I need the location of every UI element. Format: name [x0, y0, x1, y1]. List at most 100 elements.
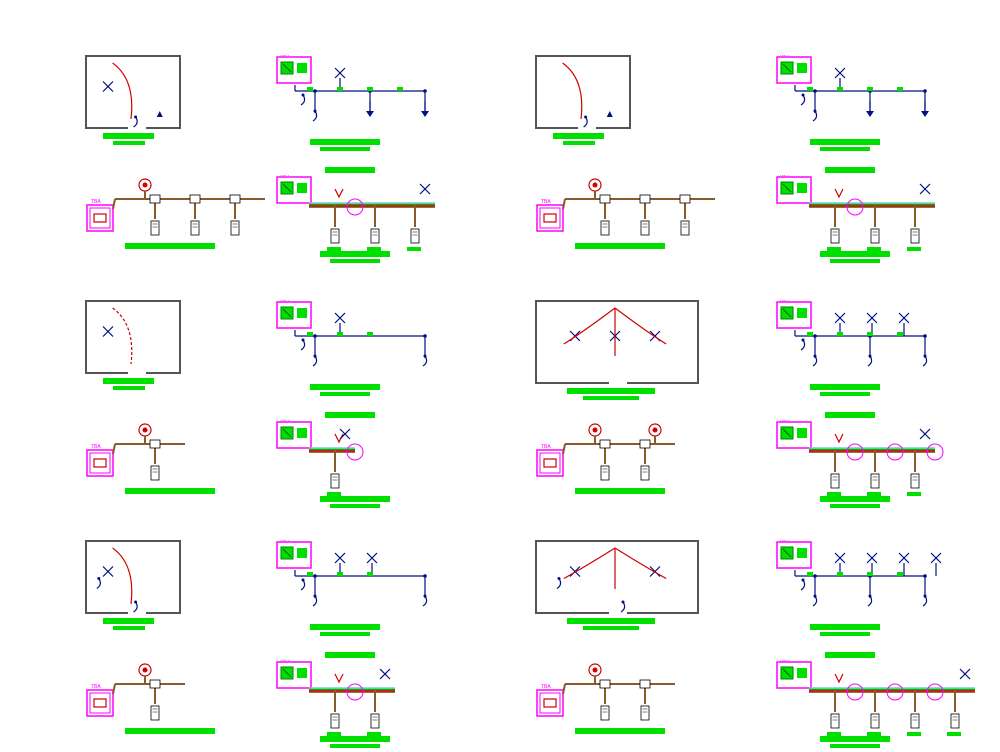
- title-label: [583, 396, 639, 400]
- title-label: [907, 247, 921, 251]
- title-label: [337, 572, 343, 576]
- svg-text:TBA: TBA: [279, 300, 289, 303]
- single-line-A2-SL: TBA: [775, 55, 945, 147]
- title-label: [327, 247, 341, 251]
- title-label: [867, 492, 881, 496]
- title-label: [907, 732, 921, 736]
- title-label: [820, 147, 870, 151]
- title-label: [367, 572, 373, 576]
- svg-text:TBA: TBA: [779, 540, 789, 543]
- title-label: [867, 572, 873, 576]
- title-label: [325, 652, 375, 658]
- svg-text:TBA: TBA: [541, 684, 551, 690]
- title-label: [310, 384, 380, 390]
- title-label: [563, 141, 595, 145]
- title-label: [837, 572, 843, 576]
- svg-text:TBA: TBA: [779, 175, 789, 178]
- title-label: [810, 624, 880, 630]
- title-label: [113, 626, 145, 630]
- title-label: [103, 618, 154, 624]
- title-label: [837, 332, 843, 336]
- title-label: [113, 386, 145, 390]
- title-label: [320, 147, 370, 151]
- title-label: [807, 87, 813, 91]
- title-label: [830, 744, 880, 748]
- title-label: [337, 87, 343, 91]
- title-label: [310, 624, 380, 630]
- title-label: [837, 87, 843, 91]
- title-label: [807, 332, 813, 336]
- title-label: [825, 412, 875, 418]
- title-label: [367, 732, 381, 736]
- title-label: [367, 87, 373, 91]
- title-label: [820, 736, 890, 742]
- title-label: [337, 332, 343, 336]
- single-line-B2-SL: TBA: [775, 300, 945, 392]
- title-label: [307, 332, 313, 336]
- diagram-sheet: TBA TBA TBA TBA TBA TBA TBA TBA TBA TBA TBA TBA TBA T…: [0, 0, 1000, 751]
- title-label: [310, 139, 380, 145]
- svg-text:TBA: TBA: [541, 199, 551, 205]
- svg-text:TBA: TBA: [279, 540, 289, 543]
- svg-text:TBA: TBA: [779, 55, 789, 58]
- title-label: [810, 384, 880, 390]
- title-label: [330, 744, 380, 748]
- title-label: [327, 732, 341, 736]
- title-label: [125, 488, 215, 494]
- title-label: [807, 572, 813, 576]
- title-label: [330, 504, 380, 508]
- title-label: [320, 632, 370, 636]
- title-label: [820, 632, 870, 636]
- title-label: [125, 243, 215, 249]
- title-label: [103, 133, 154, 139]
- title-label: [575, 488, 665, 494]
- title-label: [867, 247, 881, 251]
- svg-text:TBA: TBA: [91, 444, 101, 450]
- svg-text:TBA: TBA: [279, 175, 289, 178]
- title-label: [307, 572, 313, 576]
- svg-text:TBA: TBA: [91, 199, 101, 205]
- title-label: [575, 728, 665, 734]
- title-label: [827, 247, 841, 251]
- title-label: [567, 618, 655, 624]
- svg-text:TBA: TBA: [279, 420, 289, 423]
- title-label: [567, 388, 655, 394]
- svg-text:TBA: TBA: [779, 420, 789, 423]
- title-label: [830, 504, 880, 508]
- title-label: [825, 652, 875, 658]
- title-label: [897, 572, 903, 576]
- title-label: [307, 87, 313, 91]
- title-label: [810, 139, 880, 145]
- title-label: [327, 492, 341, 496]
- svg-text:TBA: TBA: [779, 300, 789, 303]
- title-label: [827, 732, 841, 736]
- title-label: [583, 626, 639, 630]
- title-label: [820, 392, 870, 396]
- svg-text:TBA: TBA: [541, 444, 551, 450]
- title-label: [103, 378, 154, 384]
- single-line-C1-SL: TBA: [275, 540, 445, 632]
- single-line-C2-SL: TBA: [775, 540, 945, 632]
- svg-text:TBA: TBA: [91, 684, 101, 690]
- title-label: [320, 251, 390, 257]
- title-label: [407, 247, 421, 251]
- svg-text:TBA: TBA: [779, 660, 789, 663]
- title-label: [320, 736, 390, 742]
- title-label: [367, 247, 381, 251]
- title-label: [367, 332, 373, 336]
- svg-text:TBA: TBA: [279, 55, 289, 58]
- title-label: [325, 412, 375, 418]
- title-label: [820, 496, 890, 502]
- single-line-B1-SL: TBA: [275, 300, 445, 392]
- title-label: [320, 392, 370, 396]
- title-label: [830, 259, 880, 263]
- title-label: [867, 732, 881, 736]
- title-label: [820, 251, 890, 257]
- title-label: [325, 167, 375, 173]
- title-label: [330, 259, 380, 263]
- title-label: [553, 133, 604, 139]
- title-label: [575, 243, 665, 249]
- title-label: [867, 332, 873, 336]
- title-label: [320, 496, 390, 502]
- title-label: [825, 167, 875, 173]
